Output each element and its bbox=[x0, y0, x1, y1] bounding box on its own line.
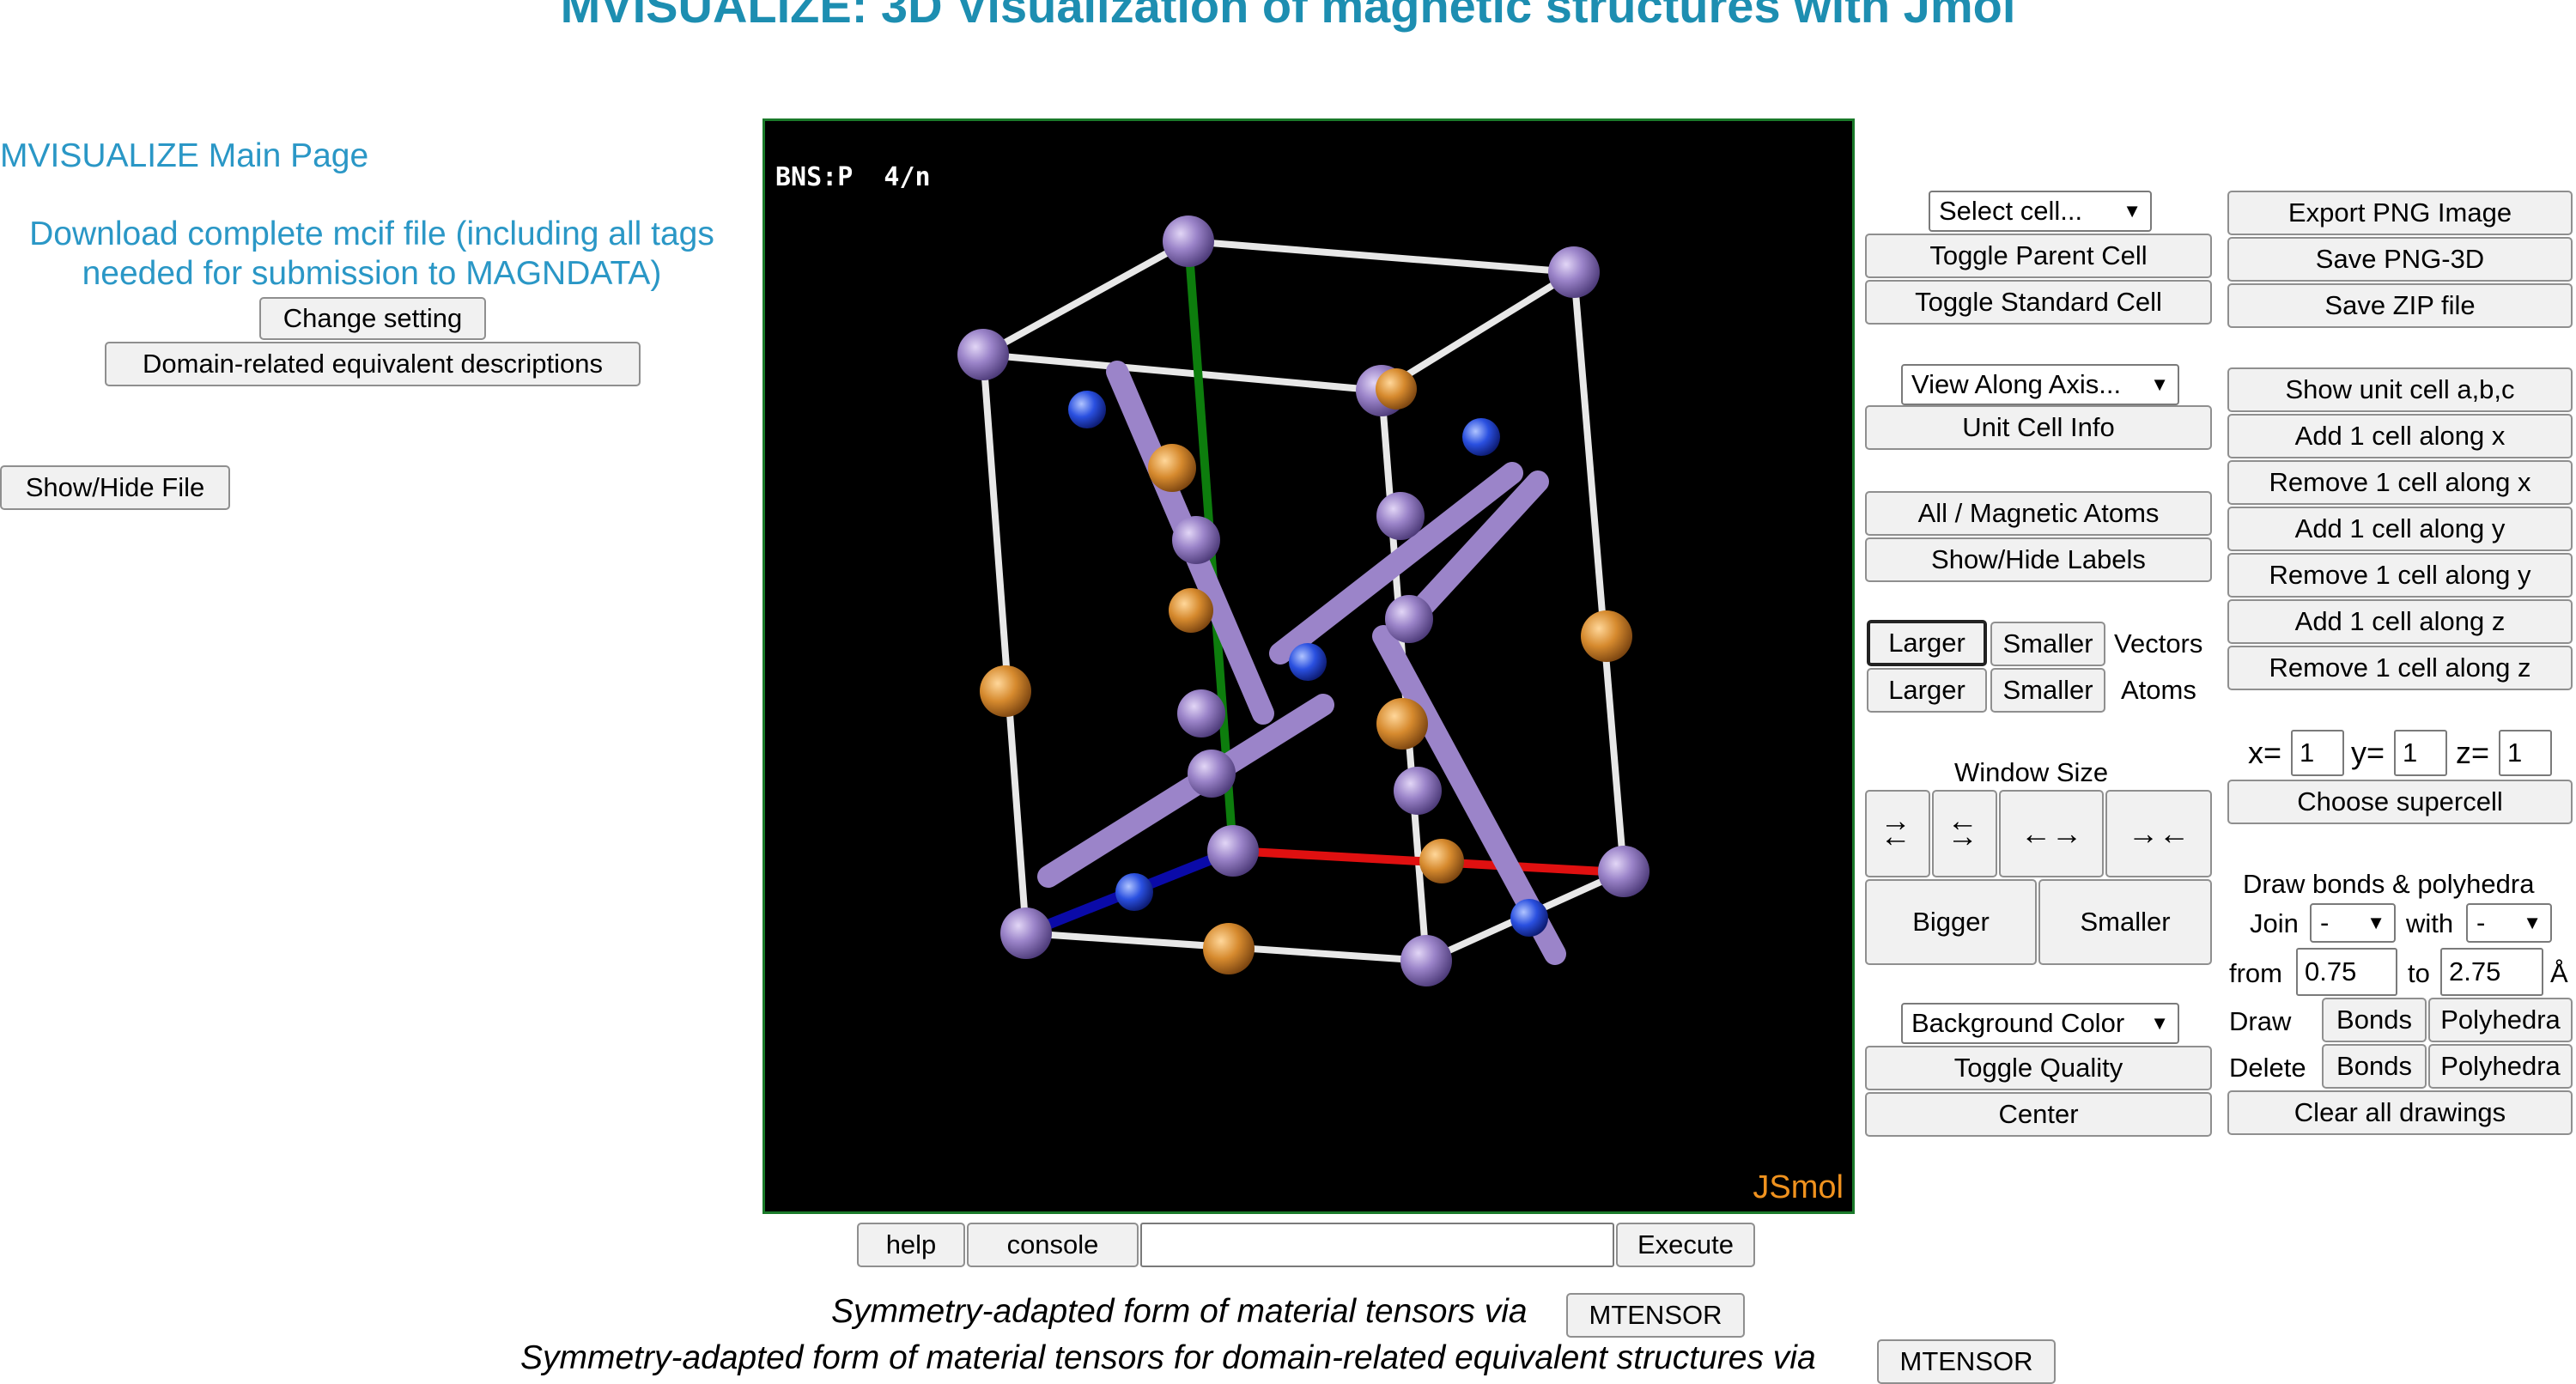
clear-drawings-button[interactable]: Clear all drawings bbox=[2227, 1090, 2573, 1135]
supercell-z-input[interactable]: 1 bbox=[2499, 730, 2552, 776]
mtensor-button-2[interactable]: MTENSOR bbox=[1877, 1339, 2056, 1384]
change-setting-button[interactable]: Change setting bbox=[259, 297, 486, 340]
with-label: with bbox=[2406, 908, 2454, 938]
page-title: MVISUALIZE: 3D Visualization of magnetic… bbox=[560, 0, 2016, 33]
delete-bonds-button[interactable]: Bonds bbox=[2322, 1044, 2427, 1089]
chevron-down-icon: ▼ bbox=[2366, 912, 2385, 933]
atoms-smaller-button[interactable]: Smaller bbox=[1990, 668, 2105, 713]
remove-cell-x-button[interactable]: Remove 1 cell along x bbox=[2227, 460, 2573, 505]
tensor-text-2: Symmetry-adapted form of material tensor… bbox=[520, 1339, 1816, 1376]
z-label: z= bbox=[2456, 735, 2490, 770]
select-cell-dropdown[interactable]: Select cell... ▼ bbox=[1929, 191, 2152, 232]
command-input[interactable] bbox=[1140, 1223, 1614, 1267]
join-value: - bbox=[2320, 907, 2330, 938]
console-button[interactable]: console bbox=[967, 1223, 1139, 1267]
chevron-down-icon: ▼ bbox=[2123, 200, 2142, 222]
export-png-button[interactable]: Export PNG Image bbox=[2227, 191, 2573, 235]
download-line-1: Download complete mcif file (including a… bbox=[29, 215, 714, 252]
toggle-standard-cell-button[interactable]: Toggle Standard Cell bbox=[1865, 280, 2212, 325]
background-color-value: Background Color bbox=[1911, 1008, 2125, 1038]
draw-bonds-button[interactable]: Bonds bbox=[2322, 998, 2427, 1042]
chevron-down-icon: ▼ bbox=[2523, 912, 2542, 933]
narrower-button[interactable]: →← bbox=[2105, 790, 2212, 877]
show-hide-labels-button[interactable]: Show/Hide Labels bbox=[1865, 537, 2212, 582]
with-dropdown[interactable]: - ▼ bbox=[2466, 903, 2552, 943]
add-cell-x-button[interactable]: Add 1 cell along x bbox=[2227, 414, 2573, 458]
save-png3d-button[interactable]: Save PNG-3D bbox=[2227, 237, 2573, 282]
from-label: from bbox=[2229, 958, 2282, 988]
show-unit-cell-button[interactable]: Show unit cell a,b,c bbox=[2227, 367, 2573, 412]
unit-cell-info-button[interactable]: Unit Cell Info bbox=[1865, 405, 2212, 450]
supercell-x-input[interactable]: 1 bbox=[2291, 730, 2344, 776]
smaller-window-button[interactable]: Smaller bbox=[2038, 879, 2212, 965]
x-label: x= bbox=[2248, 735, 2282, 770]
atoms-label: Atoms bbox=[2121, 675, 2196, 705]
toggle-parent-cell-button[interactable]: Toggle Parent Cell bbox=[1865, 234, 2212, 278]
center-button[interactable]: Center bbox=[1865, 1092, 2212, 1137]
chevron-down-icon: ▼ bbox=[2150, 1012, 2169, 1034]
angstrom-unit: Å bbox=[2550, 958, 2568, 988]
execute-button[interactable]: Execute bbox=[1616, 1223, 1755, 1267]
structure-render bbox=[957, 215, 1649, 986]
delete-polyhedra-button[interactable]: Polyhedra bbox=[2428, 1044, 2573, 1089]
supercell-y-input[interactable]: 1 bbox=[2394, 730, 2447, 776]
draw-bonds-label: Draw bonds & polyhedra bbox=[2243, 869, 2535, 899]
toggle-quality-button[interactable]: Toggle Quality bbox=[1865, 1046, 2212, 1090]
bigger-button[interactable]: Bigger bbox=[1865, 879, 2037, 965]
tensor-text-1: Symmetry-adapted form of material tensor… bbox=[831, 1293, 1528, 1330]
shorter-button[interactable]: ↓↑ bbox=[1932, 790, 1997, 877]
vectors-larger-button[interactable]: Larger bbox=[1867, 620, 1987, 666]
delete-label: Delete bbox=[2229, 1053, 2306, 1083]
remove-cell-y-button[interactable]: Remove 1 cell along y bbox=[2227, 553, 2573, 598]
draw-label: Draw bbox=[2229, 1006, 2292, 1036]
bond-to-input[interactable]: 2.75 bbox=[2440, 948, 2543, 996]
y-label: y= bbox=[2351, 735, 2385, 770]
domain-related-button[interactable]: Domain-related equivalent descriptions bbox=[105, 342, 641, 386]
view-along-axis-dropdown[interactable]: View Along Axis... ▼ bbox=[1901, 364, 2179, 405]
help-button[interactable]: help bbox=[857, 1223, 965, 1267]
download-mcif-link[interactable]: Download complete mcif file (including a… bbox=[0, 215, 744, 294]
join-dropdown[interactable]: - ▼ bbox=[2310, 903, 2396, 943]
wider-button[interactable]: ←→ bbox=[1999, 790, 2104, 877]
bond-from-input[interactable]: 0.75 bbox=[2296, 948, 2397, 996]
save-zip-button[interactable]: Save ZIP file bbox=[2227, 283, 2573, 328]
background-color-dropdown[interactable]: Background Color ▼ bbox=[1901, 1003, 2179, 1044]
chevron-down-icon: ▼ bbox=[2150, 373, 2169, 395]
remove-cell-z-button[interactable]: Remove 1 cell along z bbox=[2227, 646, 2573, 690]
with-value: - bbox=[2476, 907, 2486, 938]
show-hide-file-button[interactable]: Show/Hide File bbox=[0, 465, 230, 510]
add-cell-z-button[interactable]: Add 1 cell along z bbox=[2227, 599, 2573, 644]
choose-supercell-button[interactable]: Choose supercell bbox=[2227, 780, 2573, 824]
all-magnetic-atoms-button[interactable]: All / Magnetic Atoms bbox=[1865, 491, 2212, 536]
vectors-smaller-button[interactable]: Smaller bbox=[1990, 622, 2105, 666]
draw-polyhedra-button[interactable]: Polyhedra bbox=[2428, 998, 2573, 1042]
to-label: to bbox=[2408, 958, 2430, 988]
atoms-larger-button[interactable]: Larger bbox=[1867, 668, 1987, 713]
select-cell-value: Select cell... bbox=[1939, 196, 2083, 226]
main-page-link[interactable]: MVISUALIZE Main Page bbox=[0, 137, 368, 175]
join-label: Join bbox=[2250, 908, 2299, 938]
window-size-label: Window Size bbox=[1954, 757, 2109, 787]
jmol-viewer[interactable]: BNS:P 4/n JSmol bbox=[762, 118, 1855, 1214]
taller-button[interactable]: ↑↓ bbox=[1865, 790, 1930, 877]
mtensor-button-1[interactable]: MTENSOR bbox=[1566, 1293, 1745, 1338]
vectors-label: Vectors bbox=[2114, 628, 2203, 659]
download-line-2: needed for submission to MAGNDATA) bbox=[82, 255, 662, 292]
view-along-axis-value: View Along Axis... bbox=[1911, 369, 2122, 399]
jsmol-watermark: JSmol bbox=[1753, 1169, 1844, 1205]
add-cell-y-button[interactable]: Add 1 cell along y bbox=[2227, 507, 2573, 551]
